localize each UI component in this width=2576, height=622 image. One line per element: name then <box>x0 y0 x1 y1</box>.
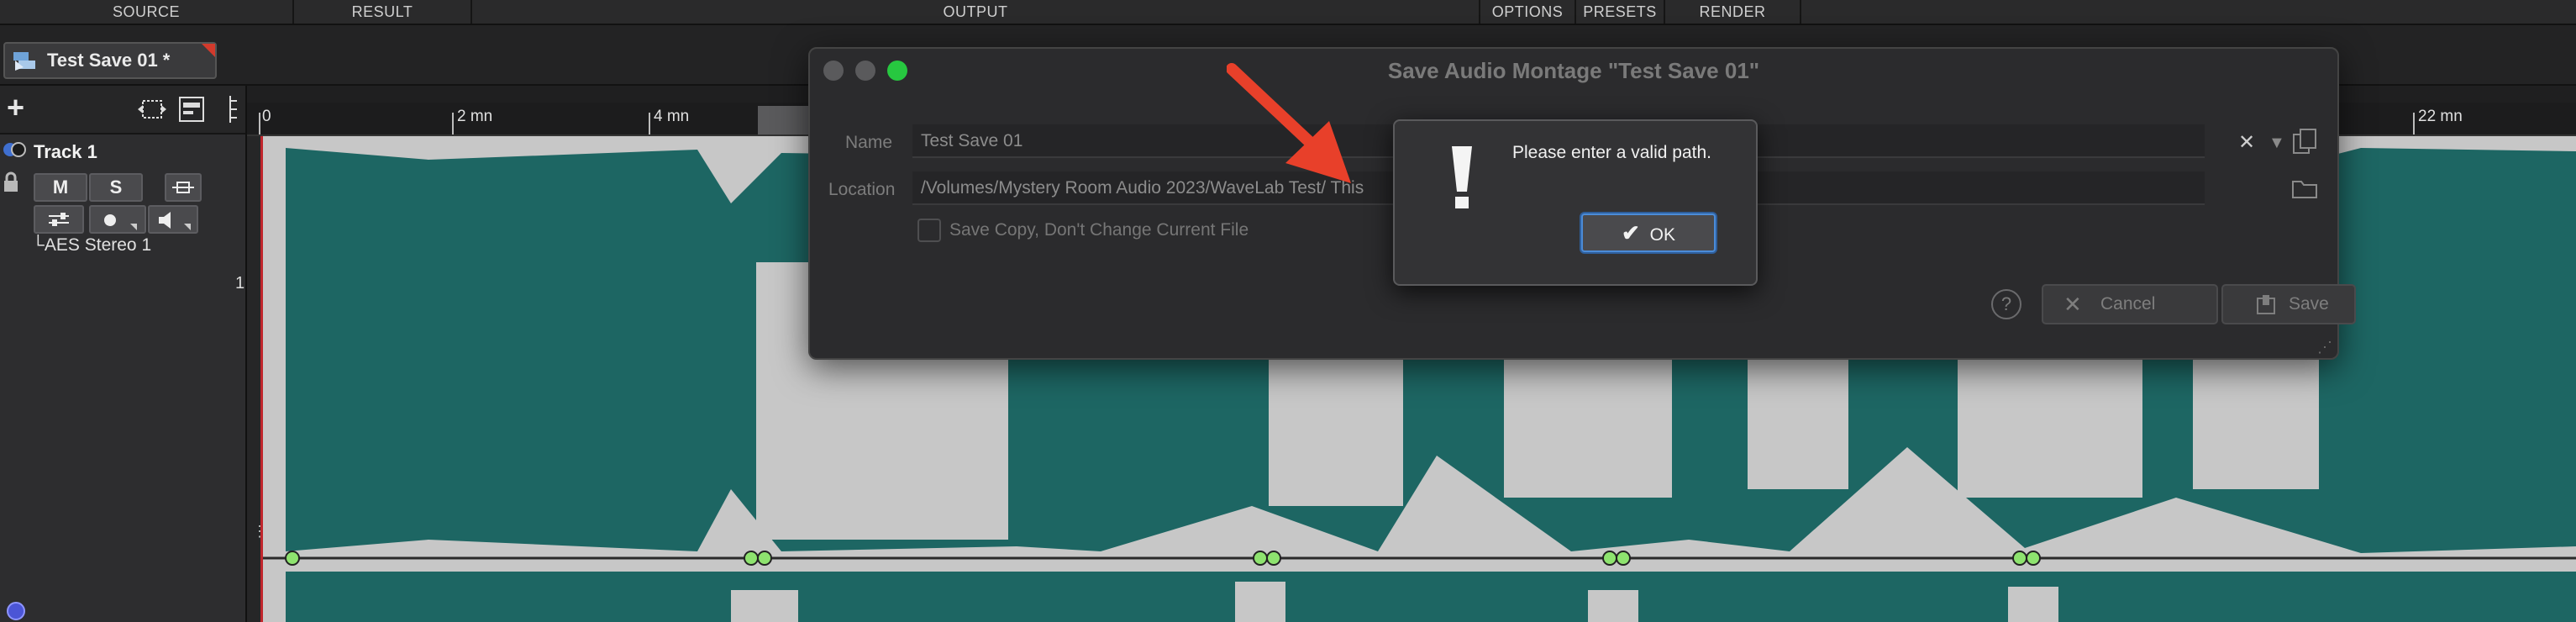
solo-button[interactable]: S <box>89 173 143 202</box>
document-tab-label: Test Save 01 * <box>47 50 171 71</box>
document-tab[interactable]: Test Save 01 * <box>3 42 217 79</box>
mute-button[interactable]: M <box>34 173 87 202</box>
track-settings-button[interactable] <box>34 205 84 234</box>
checkmark-icon: ✔ <box>1622 220 1640 245</box>
sliders-icon <box>49 213 69 226</box>
top-tab-bar: SOURCE RESULT OUTPUT OPTIONS PRESETS REN… <box>0 0 2576 25</box>
zoom-fit-icon[interactable] <box>138 98 166 121</box>
naming-presets-icon[interactable] <box>2290 128 2319 156</box>
tab-options[interactable]: OPTIONS <box>1480 0 1576 24</box>
alert-message: Please enter a valid path. <box>1512 143 1711 162</box>
ruler-mark: 4 mn <box>654 108 690 125</box>
unsaved-indicator <box>202 44 215 57</box>
tab-render[interactable]: RENDER <box>1665 0 1801 24</box>
tab-source[interactable]: SOURCE <box>0 0 294 24</box>
ok-label: OK <box>1649 225 1675 245</box>
help-button[interactable]: ? <box>1991 289 2021 319</box>
cancel-x-icon: ✕ <box>2063 292 2082 317</box>
save-label: Save <box>2289 294 2329 314</box>
speaker-icon <box>159 212 191 230</box>
playhead-cursor[interactable] <box>260 136 263 622</box>
save-button[interactable]: Save <box>2221 284 2356 324</box>
browse-folder-icon[interactable] <box>2290 175 2319 200</box>
montage-icon <box>13 52 35 71</box>
alert-dialog: Please enter a valid path. ✔ OK <box>1393 119 1758 286</box>
save-copy-checkbox[interactable] <box>917 219 941 242</box>
tab-output[interactable]: OUTPUT <box>472 0 1480 24</box>
dialog-title: Save Audio Montage "Test Save 01" <box>1387 58 1760 83</box>
save-copy-label: Save Copy, Don't Change Current File <box>949 220 1249 240</box>
track-output-label: └AES Stereo 1 <box>32 235 152 255</box>
lock-icon[interactable] <box>2 171 20 193</box>
red-arrow-annotation <box>1227 63 1351 183</box>
track-name[interactable]: Track 1 <box>34 141 97 163</box>
location-label: Location <box>828 180 896 199</box>
insert-icon <box>172 182 194 193</box>
ruler-icon[interactable] <box>227 94 240 124</box>
tab-result[interactable]: RESULT <box>294 0 472 24</box>
track-header: Track 1 M S └AES Stereo 1 1 <box>0 134 245 622</box>
track-edge-strip: ⋮ <box>247 136 267 622</box>
ruler-mark: 22 mn <box>2418 108 2463 125</box>
name-label: Name <box>845 133 893 152</box>
cancel-button[interactable]: ✕ Cancel <box>2042 284 2218 324</box>
clear-icon[interactable]: ✕ <box>2238 131 2255 155</box>
ok-button[interactable]: ✔ OK <box>1581 213 1716 252</box>
tab-presets[interactable]: PRESETS <box>1576 0 1665 24</box>
waveform-channel-2 <box>286 572 2576 622</box>
ruler-mark: 0 <box>262 108 271 125</box>
record-icon <box>104 214 137 230</box>
cancel-label: Cancel <box>2100 294 2156 314</box>
record-button[interactable] <box>89 205 146 234</box>
track-toolbar: + <box>0 86 245 134</box>
dropdown-arrow-icon[interactable]: ▼ <box>2268 131 2285 155</box>
track-view-icon[interactable] <box>178 96 205 123</box>
track-number: 1 <box>235 274 245 293</box>
monitor-button[interactable] <box>148 205 198 234</box>
warning-icon <box>1452 146 1472 208</box>
track-panel: + Track 1 M S └AES Stereo 1 1 <box>0 86 247 622</box>
status-dot <box>7 602 25 620</box>
save-icon <box>2257 295 2275 314</box>
track-toggle-icon[interactable] <box>2 141 27 158</box>
add-track-icon[interactable]: + <box>7 92 24 123</box>
track-insert-button[interactable] <box>165 173 202 202</box>
resize-grip-icon[interactable]: ⋰ <box>2317 339 2332 356</box>
ruler-mark: 2 mn <box>457 108 493 125</box>
